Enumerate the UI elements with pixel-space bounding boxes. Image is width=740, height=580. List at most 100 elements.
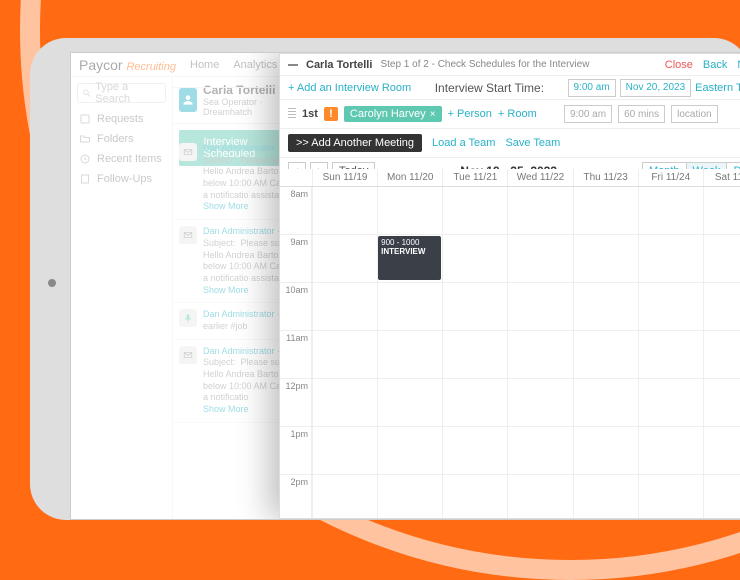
calendar-cell[interactable] bbox=[573, 427, 638, 474]
calendar-header: Sun 11/19Mon 11/20Tue 11/21Wed 11/22Thu … bbox=[280, 169, 740, 187]
add-another-meeting-button[interactable]: >> Add Another Meeting bbox=[288, 134, 422, 152]
day-header: Thu 11/23 bbox=[573, 169, 638, 186]
hour-label: 10am bbox=[280, 283, 312, 330]
calendar-cell[interactable] bbox=[312, 235, 377, 282]
chip-label: Carolyn Harvey bbox=[350, 108, 426, 120]
hour-row: 8am bbox=[280, 187, 740, 235]
app-screen: Paycor Recruiting Home Analytics Integra… bbox=[70, 52, 740, 520]
calendar-cell[interactable] bbox=[573, 235, 638, 282]
end-time-input[interactable]: 9:00 am bbox=[564, 105, 612, 123]
hour-row: 9am bbox=[280, 235, 740, 283]
calendar-cell[interactable] bbox=[312, 475, 377, 518]
add-room-link[interactable]: + Room bbox=[498, 108, 537, 120]
calendar-cell[interactable] bbox=[638, 379, 703, 426]
calendar-cell[interactable] bbox=[377, 475, 442, 518]
calendar-cell[interactable] bbox=[638, 475, 703, 518]
calendar-cell[interactable] bbox=[638, 283, 703, 330]
hour-row: 1pm bbox=[280, 427, 740, 475]
calendar-cell[interactable] bbox=[507, 427, 572, 474]
hour-row: 12pm bbox=[280, 379, 740, 427]
calendar-cell[interactable] bbox=[703, 283, 740, 330]
calendar-cell[interactable] bbox=[377, 427, 442, 474]
timezone-link[interactable]: Eastern Time bbox=[695, 82, 740, 94]
calendar-cell[interactable] bbox=[442, 235, 507, 282]
calendar-cell[interactable] bbox=[507, 283, 572, 330]
calendar-cell[interactable] bbox=[507, 379, 572, 426]
hour-row: 2pm bbox=[280, 475, 740, 518]
start-date-input[interactable]: Nov 20, 2023 bbox=[620, 79, 692, 97]
day-header: Fri 11/24 bbox=[638, 169, 703, 186]
calendar-cell[interactable] bbox=[638, 235, 703, 282]
load-team-link[interactable]: Load a Team bbox=[432, 137, 495, 149]
calendar-cell[interactable] bbox=[312, 331, 377, 378]
day-header: Tue 11/21 bbox=[442, 169, 507, 186]
calendar-cell[interactable] bbox=[638, 187, 703, 234]
calendar-cell[interactable] bbox=[442, 427, 507, 474]
calendar-cell[interactable] bbox=[703, 187, 740, 234]
calendar-cell[interactable] bbox=[703, 331, 740, 378]
drag-handle-icon[interactable] bbox=[288, 108, 296, 120]
tablet-frame: Paycor Recruiting Home Analytics Integra… bbox=[30, 38, 740, 520]
calendar-cell[interactable] bbox=[507, 187, 572, 234]
start-time-input[interactable]: 9:00 am bbox=[568, 79, 616, 97]
day-header: Wed 11/22 bbox=[507, 169, 572, 186]
calendar-cell[interactable] bbox=[573, 187, 638, 234]
calendar-cell[interactable] bbox=[638, 331, 703, 378]
calendar-cell[interactable] bbox=[442, 379, 507, 426]
hour-row: 10am bbox=[280, 283, 740, 331]
modal-step: Step 1 of 2 - Check Schedules for the In… bbox=[380, 59, 589, 70]
save-team-link[interactable]: Save Team bbox=[505, 137, 560, 149]
minimize-icon[interactable] bbox=[288, 64, 298, 66]
calendar-cell[interactable] bbox=[573, 331, 638, 378]
calendar-cell[interactable] bbox=[573, 379, 638, 426]
hour-label: 11am bbox=[280, 331, 312, 378]
calendar-cell[interactable] bbox=[507, 475, 572, 518]
calendar-cell[interactable] bbox=[703, 475, 740, 518]
calendar-cell[interactable] bbox=[377, 187, 442, 234]
day-header: Sat 11/25 bbox=[703, 169, 740, 186]
location-input[interactable]: location bbox=[671, 105, 717, 123]
hour-label: 12pm bbox=[280, 379, 312, 426]
calendar-cell[interactable] bbox=[442, 283, 507, 330]
calendar-cell[interactable] bbox=[573, 283, 638, 330]
calendar-cell[interactable] bbox=[312, 379, 377, 426]
calendar-cell[interactable] bbox=[377, 379, 442, 426]
hour-label: 9am bbox=[280, 235, 312, 282]
meeting-order: 1st bbox=[302, 108, 318, 120]
calendar-event[interactable]: 900 - 1000INTERVIEW bbox=[378, 236, 441, 280]
close-button[interactable]: Close bbox=[665, 59, 693, 71]
event-time: 900 - 1000 bbox=[381, 238, 438, 247]
calendar-cell[interactable] bbox=[442, 331, 507, 378]
add-person-link[interactable]: + Person bbox=[448, 108, 492, 120]
schedule-modal: Carla Tortelli Step 1 of 2 - Check Sched… bbox=[279, 53, 740, 519]
day-header: Sun 11/19 bbox=[312, 169, 377, 186]
warning-icon: ! bbox=[324, 107, 338, 121]
calendar-cell[interactable] bbox=[507, 235, 572, 282]
duration-input[interactable]: 60 mins bbox=[618, 105, 665, 123]
calendar-cell[interactable] bbox=[573, 475, 638, 518]
back-button[interactable]: Back bbox=[703, 59, 727, 71]
calendar-grid[interactable]: Sun 11/19Mon 11/20Tue 11/21Wed 11/22Thu … bbox=[280, 169, 740, 518]
day-header: Mon 11/20 bbox=[377, 169, 442, 186]
calendar-cell[interactable] bbox=[377, 283, 442, 330]
calendar-cell[interactable] bbox=[442, 187, 507, 234]
calendar-body: 8am9am10am11am12pm1pm2pm3pm4pm900 - 1000… bbox=[280, 187, 740, 518]
hour-label: 8am bbox=[280, 187, 312, 234]
hour-row: 11am bbox=[280, 331, 740, 379]
hour-label: 1pm bbox=[280, 427, 312, 474]
calendar-cell[interactable] bbox=[507, 331, 572, 378]
attendee-chip[interactable]: Carolyn Harvey × bbox=[344, 106, 442, 122]
calendar-cell[interactable] bbox=[442, 475, 507, 518]
calendar-cell[interactable] bbox=[703, 379, 740, 426]
calendar-cell[interactable] bbox=[638, 427, 703, 474]
calendar-cell[interactable] bbox=[312, 427, 377, 474]
add-interview-room-link[interactable]: + Add an Interview Room bbox=[288, 82, 411, 94]
calendar-cell[interactable] bbox=[312, 187, 377, 234]
event-title: INTERVIEW bbox=[381, 247, 438, 256]
chip-remove-icon[interactable]: × bbox=[430, 109, 436, 120]
start-time-row: + Add an Interview Room Interview Start … bbox=[280, 76, 740, 100]
calendar-cell[interactable] bbox=[377, 331, 442, 378]
calendar-cell[interactable] bbox=[703, 427, 740, 474]
calendar-cell[interactable] bbox=[703, 235, 740, 282]
calendar-cell[interactable] bbox=[312, 283, 377, 330]
